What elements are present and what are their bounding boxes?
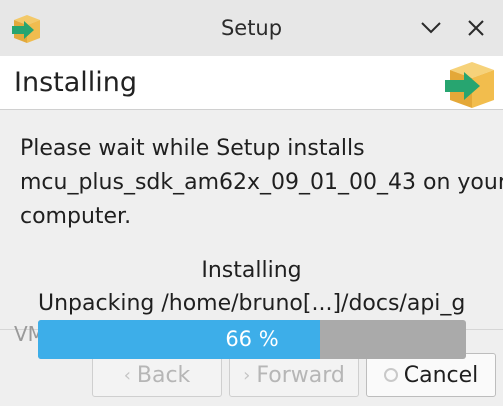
chevron-left-icon: ‹ xyxy=(123,364,131,386)
cancel-icon xyxy=(383,368,398,382)
close-button[interactable] xyxy=(459,12,493,44)
chevron-right-icon: › xyxy=(243,364,251,386)
forward-button-label: Forward xyxy=(256,362,345,388)
minimize-button[interactable] xyxy=(414,12,448,44)
back-button[interactable]: ‹ Back xyxy=(92,353,222,397)
back-button-label: Back xyxy=(136,362,191,388)
chevron-down-icon xyxy=(421,22,441,34)
close-icon xyxy=(468,20,484,36)
title-bar: Setup xyxy=(0,0,503,56)
package-arrow-icon xyxy=(12,15,40,43)
forward-button[interactable]: › Forward xyxy=(229,353,359,397)
progress-label: 66 % xyxy=(225,327,279,351)
message-line: mcu_plus_sdk_am62x_09_01_00_43 on your xyxy=(20,170,503,195)
setup-window: Setup Installing Please wait while Setup… xyxy=(0,0,503,406)
cancel-button[interactable]: Cancel xyxy=(366,353,496,397)
status-detail: Unpacking /home/bruno[...]/docs/api_g xyxy=(38,291,466,316)
message-line: Please wait while Setup installs xyxy=(20,136,365,161)
package-arrow-icon xyxy=(445,62,494,108)
status-label: Installing xyxy=(201,258,302,283)
progress-bar: 66 % xyxy=(38,320,466,359)
page-header: Installing xyxy=(0,56,503,110)
install-message: Please wait while Setup installs mcu_plu… xyxy=(20,132,503,234)
cancel-button-label: Cancel xyxy=(403,362,479,388)
window-title: Setup xyxy=(220,16,283,40)
message-line: computer. xyxy=(20,204,132,229)
page-title: Installing xyxy=(14,67,138,98)
